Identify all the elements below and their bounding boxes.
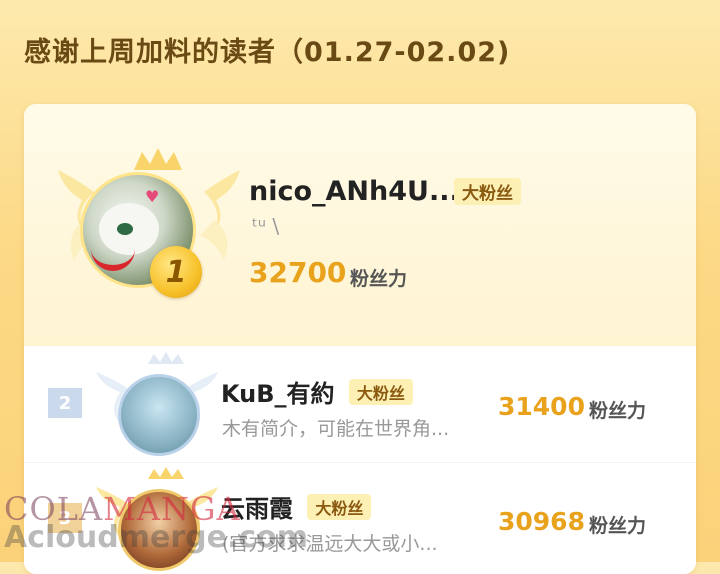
fan-power-count: 32700 — [249, 256, 347, 289]
page-title: 感谢上周加料的读者（01.27-02.02) — [24, 37, 511, 68]
reader-name[interactable]: KuB_有約 — [221, 380, 335, 408]
avatar[interactable] — [118, 374, 200, 456]
fan-power-unit: 粉丝力 — [350, 268, 408, 290]
rank-badge: 2 — [48, 388, 82, 418]
top-reader-entry[interactable]: ♥ 1 nico_ANh4U... 大粉丝 ᵗᵘ \ 32700 粉丝力 — [24, 104, 696, 346]
avatar-frame — [94, 467, 224, 574]
fan-power-unit: 粉丝力 — [589, 515, 647, 537]
reader-bio: 木有简介，可能在世界角... — [222, 418, 450, 440]
reader-bio: (官方求求温远大大或小... — [222, 533, 438, 555]
rank-badge: 3 — [48, 503, 82, 533]
fan-power-count: 30968 — [498, 507, 585, 536]
reader-name[interactable]: nico_ANh4U... — [249, 176, 460, 207]
fan-level-badge: 大粉丝 — [348, 379, 413, 405]
rank-1-medal: 1 — [150, 246, 202, 298]
fan-level-badge: 大粉丝 — [454, 178, 521, 205]
fan-power-unit: 粉丝力 — [589, 400, 647, 422]
fan-level-badge: 大粉丝 — [307, 494, 372, 520]
heart-icon: ♥ — [145, 187, 160, 206]
fan-power-count: 31400 — [498, 392, 585, 421]
reader-ranking-card: ♥ 1 nico_ANh4U... 大粉丝 ᵗᵘ \ 32700 粉丝力 2 K… — [24, 104, 696, 574]
reader-name[interactable]: 云雨霞 — [221, 495, 293, 523]
list-item[interactable]: 2 KuB_有約 大粉丝 木有简介，可能在世界角... 31400 粉丝力 — [24, 348, 696, 462]
avatar[interactable] — [118, 489, 200, 571]
list-item[interactable]: 3 云雨霞 大粉丝 (官方求求温远大大或小... 30968 粉丝力 — [24, 462, 696, 574]
reader-bio: ᵗᵘ \ — [252, 214, 280, 238]
top-reader-avatar-frame: ♥ 1 — [54, 140, 244, 310]
avatar-frame — [94, 352, 224, 460]
